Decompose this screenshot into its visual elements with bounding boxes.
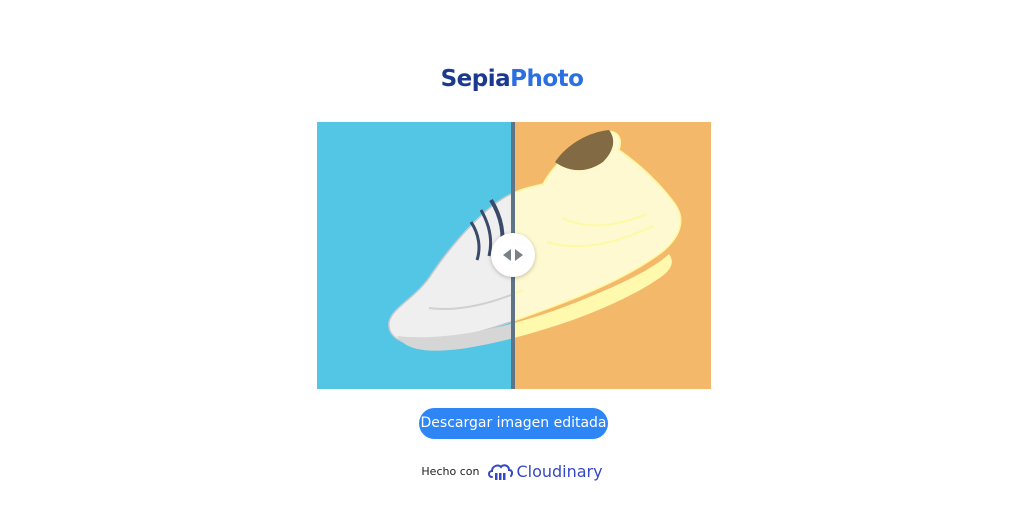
comparison-slider-handle[interactable]	[491, 233, 535, 277]
cloudinary-link[interactable]: Cloudinary	[487, 462, 603, 481]
app-root: SepiaPhoto Descargar imagen editada Hech…	[0, 0, 1024, 516]
logo-text-sepia: Sepia	[440, 66, 511, 92]
cloudinary-logo-icon	[488, 463, 514, 480]
made-with-label: Hecho con	[421, 465, 480, 478]
logo-text-photo: Photo	[510, 66, 584, 92]
footer-credit: Hecho con Cloudinary	[0, 462, 1024, 481]
app-logo: SepiaPhoto	[0, 66, 1024, 92]
left-right-arrows-icon	[503, 249, 523, 261]
download-edited-image-button[interactable]: Descargar imagen editada	[419, 408, 608, 439]
cloudinary-name: Cloudinary	[516, 462, 603, 481]
